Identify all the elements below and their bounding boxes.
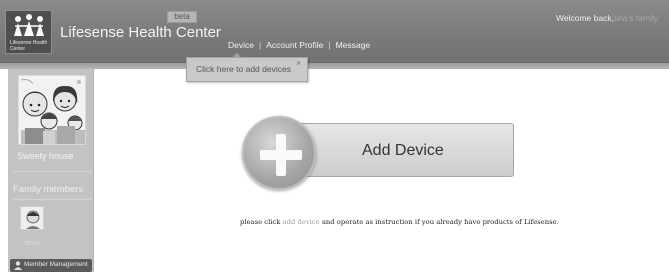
add-device-instruction: please click add device and operate as i… bbox=[240, 218, 559, 226]
member-avatar[interactable] bbox=[20, 206, 44, 230]
family-logo-icon bbox=[14, 14, 44, 36]
nav-separator: | bbox=[258, 40, 262, 50]
app-title: Lifesense Health Center bbox=[60, 24, 221, 41]
welcome-prefix: Welcome back, bbox=[556, 13, 614, 23]
app-header: Lifesense Health Center Lifesense Health… bbox=[0, 0, 669, 63]
tooltip-close-icon[interactable]: × bbox=[296, 58, 301, 68]
add-device-button[interactable]: Add Device bbox=[242, 116, 516, 190]
tooltip-text: Click here to add devices bbox=[196, 64, 291, 74]
header-bottom-strip bbox=[0, 63, 669, 69]
add-device-label: Add Device bbox=[362, 142, 444, 159]
sidebar-divider bbox=[13, 171, 91, 172]
add-device-link[interactable]: add device bbox=[283, 218, 320, 226]
add-devices-tooltip: Click here to add devices bbox=[186, 57, 308, 82]
left-edge bbox=[0, 69, 8, 272]
nav-account-profile[interactable]: Account Profile bbox=[266, 40, 323, 50]
member-name[interactable]: terry bbox=[25, 238, 40, 247]
person-icon bbox=[14, 261, 22, 270]
instruction-prefix: please click bbox=[240, 218, 281, 226]
instruction-suffix: and operate as instruction if you alread… bbox=[321, 218, 559, 226]
lifesense-logo[interactable]: Lifesense Health Center bbox=[5, 10, 52, 54]
family-picture[interactable] bbox=[18, 75, 86, 145]
member-management-button[interactable]: Member Management bbox=[10, 259, 92, 272]
logo-text: Lifesense Health Center bbox=[10, 40, 48, 52]
family-members-heading: Family members bbox=[13, 184, 84, 195]
sidebar-divider bbox=[13, 199, 91, 200]
family-cartoon-icon bbox=[19, 76, 85, 144]
member-management-label: Member Management bbox=[24, 261, 88, 268]
welcome-message: Welcome back,tina's family bbox=[556, 13, 658, 23]
avatar-icon bbox=[21, 207, 43, 229]
family-name: Sweety house bbox=[17, 151, 74, 161]
top-nav: Device | Account Profile | Message bbox=[228, 40, 370, 50]
sidebar: Sweety house Family members terry Member… bbox=[8, 69, 94, 272]
beta-badge: beta bbox=[167, 11, 197, 23]
welcome-user-link[interactable]: tina's family bbox=[614, 13, 658, 23]
nav-message[interactable]: Message bbox=[336, 40, 371, 50]
nav-separator: | bbox=[328, 40, 331, 50]
plus-circle-icon bbox=[242, 116, 316, 190]
nav-device[interactable]: Device bbox=[228, 40, 254, 50]
